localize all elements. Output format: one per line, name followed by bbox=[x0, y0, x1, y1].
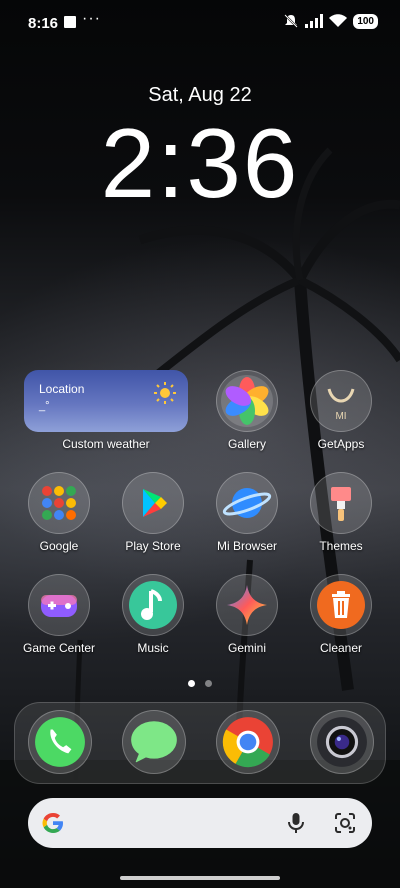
game-center-app-icon[interactable] bbox=[28, 574, 90, 636]
weather-location: Location bbox=[39, 382, 85, 396]
gallery-label: Gallery bbox=[227, 437, 266, 451]
phone-handset-icon bbox=[35, 717, 85, 767]
mi-browser-app-icon[interactable] bbox=[216, 472, 278, 534]
themes-app-icon[interactable] bbox=[310, 472, 372, 534]
page-dot-inactive bbox=[205, 680, 213, 687]
cleaner-app-icon[interactable] bbox=[310, 574, 372, 636]
cleaner-label: Cleaner bbox=[319, 641, 363, 655]
play-store-app-icon[interactable] bbox=[122, 472, 184, 534]
more-notifications-icon: ··· bbox=[82, 10, 101, 27]
google-label: Google bbox=[39, 539, 79, 553]
gemini-sparkle-icon bbox=[227, 585, 267, 625]
messaging-app-icon[interactable] bbox=[122, 710, 186, 774]
status-time: 8:16 bbox=[28, 15, 59, 32]
clock-date[interactable]: Sat, Aug 22 bbox=[0, 84, 400, 107]
getapps-label: GetApps bbox=[317, 437, 365, 451]
chrome-logo-icon bbox=[222, 717, 273, 768]
google-apps-grid-icon bbox=[42, 486, 76, 520]
play-store-triangle-icon bbox=[143, 489, 167, 517]
message-bubble-icon bbox=[131, 721, 177, 763]
notification-square-icon bbox=[64, 16, 76, 28]
getapps-app-icon[interactable]: MI bbox=[310, 370, 372, 432]
getapps-bag-icon: MI bbox=[327, 388, 355, 422]
gesture-home-bar[interactable] bbox=[120, 876, 280, 880]
google-g-icon bbox=[42, 813, 63, 833]
google-folder-icon[interactable] bbox=[28, 472, 90, 534]
music-app-icon[interactable] bbox=[122, 574, 184, 636]
camera-lens-icon bbox=[317, 717, 367, 767]
page-indicator[interactable] bbox=[0, 674, 400, 692]
music-label: Music bbox=[137, 641, 169, 655]
gallery-app-icon[interactable] bbox=[216, 370, 278, 432]
music-note-icon bbox=[129, 581, 177, 629]
planet-icon bbox=[222, 488, 272, 518]
clock-time[interactable]: 2:36 bbox=[0, 108, 400, 218]
themes-label: Themes bbox=[319, 539, 363, 553]
paintbrush-icon bbox=[331, 487, 351, 521]
mi-browser-label: Mi Browser bbox=[216, 539, 277, 553]
google-search-bar[interactable] bbox=[28, 798, 372, 848]
camera-app-icon[interactable] bbox=[310, 710, 374, 774]
getapps-logo-text: MI bbox=[335, 411, 346, 422]
game-center-label: Game Center bbox=[22, 641, 96, 655]
gallery-flower-icon bbox=[221, 375, 273, 427]
gemini-label: Gemini bbox=[227, 641, 266, 655]
gemini-app-icon[interactable] bbox=[216, 574, 278, 636]
play-store-label: Play Store bbox=[125, 539, 181, 553]
status-bar: 8:16 ··· 100 bbox=[0, 0, 400, 44]
battery-indicator: 100 bbox=[353, 13, 378, 29]
lens-icon[interactable] bbox=[334, 812, 356, 834]
sun-icon bbox=[154, 382, 176, 404]
signal-icon bbox=[305, 14, 324, 28]
wifi-icon bbox=[329, 14, 348, 27]
gamepad-icon bbox=[41, 595, 77, 617]
mute-bell-icon bbox=[284, 14, 299, 28]
mic-icon[interactable] bbox=[286, 812, 306, 834]
trash-can-icon bbox=[317, 581, 365, 629]
page-dot-active bbox=[187, 680, 195, 687]
weather-widget-label: Custom weather bbox=[62, 437, 150, 451]
chrome-app-icon[interactable] bbox=[216, 710, 280, 774]
weather-widget[interactable]: Location _° bbox=[24, 370, 188, 432]
phone-app-icon[interactable] bbox=[28, 710, 92, 774]
weather-temperature: _° bbox=[39, 400, 50, 412]
